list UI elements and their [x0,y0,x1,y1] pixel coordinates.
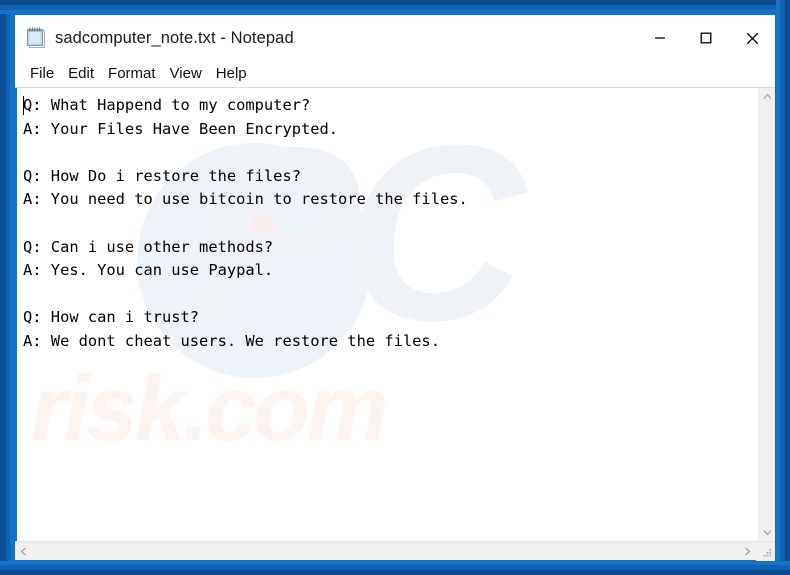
frame-right-edge [776,0,790,575]
resize-grip[interactable] [756,542,775,561]
scroll-up-button[interactable] [759,88,776,105]
menu-item-file[interactable]: File [23,63,61,85]
scroll-down-button[interactable] [759,524,776,541]
chevron-left-icon [20,547,26,555]
notepad-window: sadcomputer_note.txt - Notepad File Edit… [14,14,776,561]
chevron-up-icon [763,93,771,99]
note-text-content[interactable]: Q: What Happend to my computer? A: Your … [17,88,758,354]
watermark-domain: risk.com [31,358,388,460]
editor-region: PC risk.com Q: What Happend to my comput… [15,87,775,541]
minimize-button[interactable] [637,15,683,61]
horizontal-scrollbar-row [15,541,775,561]
window-controls [637,15,775,61]
close-icon [746,32,758,44]
close-button[interactable] [729,15,775,61]
menu-item-format[interactable]: Format [101,63,163,85]
maximize-icon [700,32,712,44]
maximize-button[interactable] [683,15,729,61]
minimize-icon [655,37,665,39]
scroll-right-button[interactable] [739,543,756,560]
chevron-down-icon [763,530,771,536]
title-bar[interactable]: sadcomputer_note.txt - Notepad [15,15,775,61]
scroll-left-button[interactable] [15,543,32,560]
vertical-scrollbar[interactable] [758,88,775,541]
resize-grip-icon [763,549,772,557]
menu-item-edit[interactable]: Edit [61,63,101,85]
menu-bar: File Edit Format View Help [15,61,775,87]
notepad-icon [26,26,46,48]
menu-item-view[interactable]: View [163,63,209,85]
horizontal-scrollbar[interactable] [15,542,756,560]
window-title: sadcomputer_note.txt - Notepad [55,28,294,47]
text-caret [23,96,24,115]
chevron-right-icon [745,547,751,555]
menu-item-help[interactable]: Help [209,63,254,85]
text-editor-area[interactable]: PC risk.com Q: What Happend to my comput… [15,88,758,541]
